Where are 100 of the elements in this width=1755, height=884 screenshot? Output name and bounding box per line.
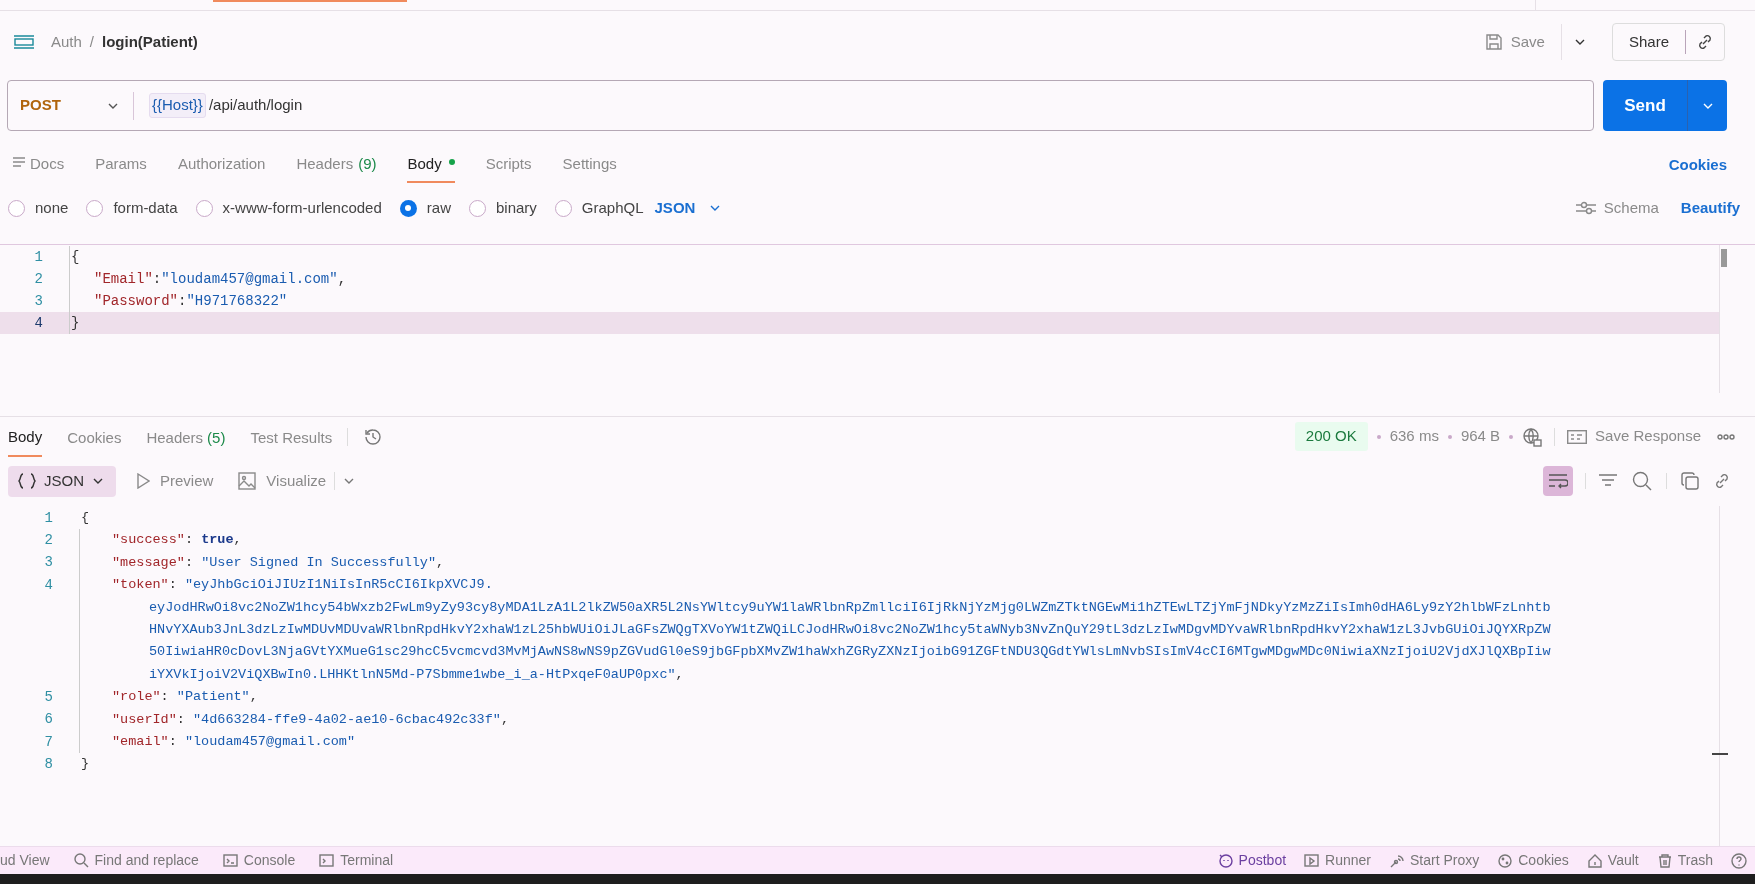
response-tab[interactable]: Cookies (67, 416, 122, 457)
status-bar-item[interactable]: ud View (0, 850, 50, 871)
status-bar-item[interactable]: Vault (1586, 850, 1639, 871)
line-number: 3 (33, 291, 43, 311)
help-icon (1731, 852, 1747, 869)
search-icon (73, 852, 90, 869)
braces-icon (18, 473, 36, 489)
line-number: 2 (43, 531, 53, 551)
status-bar-item[interactable]: Find and replace (73, 850, 199, 871)
more-button[interactable] (1717, 433, 1735, 440)
lines-icon (13, 156, 25, 168)
wrap-icon (1548, 473, 1568, 489)
format-dropdown[interactable]: JSON (654, 196, 722, 220)
copy-button[interactable] (1681, 472, 1699, 490)
beautify-button[interactable]: Beautify (1680, 196, 1740, 220)
request-tab[interactable]: Docs (13, 153, 65, 183)
request-tab[interactable]: Params (95, 153, 147, 183)
search-icon (1632, 471, 1652, 491)
image-icon (238, 472, 257, 490)
line-number: 1 (33, 247, 43, 267)
scrollbar-thumb[interactable] (1712, 753, 1728, 755)
save-button[interactable]: Save (1480, 24, 1549, 60)
status-bar-item[interactable]: Cookies (1497, 850, 1569, 871)
status-bar-item[interactable]: Console (222, 850, 296, 871)
status-bar-item[interactable]: Runner (1304, 850, 1371, 871)
code-line: iYXVkIjoiV2ViQXBwIn0.LHHKtlnN5Md-P7Sbmme1wbe_i_a-HtPxqeF0aUP0pxc", (79, 663, 684, 687)
request-tab[interactable]: Scripts (485, 153, 532, 183)
code-line: "success": true, (79, 529, 242, 552)
radio-option[interactable]: GraphQL (554, 196, 644, 220)
radio-button[interactable] (399, 199, 417, 217)
radio-option[interactable]: x-www-form-urlencoded (195, 196, 382, 220)
url-field[interactable]: {{Host}} /api/auth/login (134, 81, 1593, 130)
response-format-dropdown[interactable]: JSON (8, 465, 116, 497)
sliders-icon (1575, 201, 1596, 215)
response-tab[interactable]: Body (8, 416, 43, 457)
request-tab[interactable]: Body (407, 153, 455, 183)
request-tab[interactable]: Headers (9) (296, 153, 377, 183)
visualize-button[interactable]: Visualize (238, 469, 327, 493)
line-number: 1 (43, 508, 53, 528)
copy-icon (1681, 472, 1699, 490)
code-line: "role": "Patient", (79, 686, 258, 709)
status-bar-item[interactable]: Trash (1656, 850, 1713, 871)
code-line: HNvYXAub3JnL3dzLzIwMDUvMDUvaWRlbnRpdHkvY2xhaW1zL25hbWUiOiJLaGFsZWQgTXVoYW1tZWQiLCJodHRwOi8vc2NoZW1hcy5taWNyb3NvZnQuY29tL3dzLzIwMDgvMDYvaWRlbnRpdHkvY2xhaW1zL3JvbGUiOiJQYXRpZW (79, 618, 1551, 642)
status-bar-item[interactable]: Start Proxy (1389, 850, 1480, 871)
help-button[interactable] (1731, 852, 1747, 869)
globe-lock-icon (1522, 426, 1543, 447)
radio-option[interactable]: binary (468, 196, 537, 220)
line-number: 5 (43, 687, 53, 707)
response-size: 964 B (1460, 426, 1501, 447)
response-tab[interactable]: Test Results (250, 416, 333, 457)
console-icon (222, 852, 239, 869)
request-tab[interactable]: Authorization (177, 153, 266, 183)
filter-icon (1598, 473, 1618, 489)
status-badge: 200 OK (1294, 422, 1368, 451)
radio-button[interactable] (468, 199, 486, 217)
preview-button[interactable]: Preview (136, 469, 214, 493)
code-line: eyJodHRwOi8vc2NoZW1hcy54bWxzb2FwLm9yZy93cy8yMDA1LzA1L2lkZW50aXR5L2NsYWltcy9uYW1laWRlbnRpZmllciI6IjRkNjYzMjg0LWZmZTktNGEwMi1hZTEwLTZjYmFjNDkyYzMzZiIsImh0dHA6Ly9zY2hlbWFzLnhtb (79, 596, 1551, 619)
request-tab[interactable]: Settings (562, 153, 617, 183)
cookies-link[interactable]: Cookies (1668, 153, 1727, 177)
radio-button[interactable] (195, 199, 213, 217)
radio-option[interactable]: none (8, 196, 69, 220)
search-button[interactable] (1632, 471, 1652, 491)
example-icon (1567, 429, 1588, 444)
radio-button[interactable] (554, 199, 572, 217)
scrollbar-thumb[interactable] (1721, 249, 1727, 267)
history-button[interactable] (363, 426, 384, 447)
line-number: 7 (43, 732, 53, 752)
code-line: { (69, 246, 80, 268)
code-editor[interactable]: 1 { 2 "Email":"loudam457@gmail.com", 3 "Password":"H971768322" 4 } (0, 244, 1755, 416)
code-line: "Email":"loudam457@gmail.com", (69, 268, 347, 290)
line-number: 4 (43, 575, 53, 595)
radio-option[interactable]: raw (399, 196, 451, 220)
radio-button[interactable] (8, 199, 25, 217)
schema-button[interactable]: Schema (1575, 196, 1659, 220)
link-icon (1713, 472, 1731, 490)
share-button[interactable]: Share (1612, 24, 1685, 60)
save-response-button[interactable]: Save Response (1567, 425, 1701, 448)
radio-button[interactable] (86, 199, 104, 217)
more-icon (1717, 433, 1735, 440)
history-icon (363, 426, 384, 447)
method-dropdown[interactable]: POST (8, 81, 133, 130)
code-line: "email": "loudam457@gmail.com" (79, 730, 356, 754)
code-line: { (80, 509, 90, 528)
status-bar-item[interactable]: Postbot (1217, 850, 1287, 871)
code-line: } (80, 755, 90, 774)
play-icon (1304, 852, 1321, 869)
send-button[interactable]: Send (1603, 80, 1687, 131)
line-number: 6 (43, 710, 53, 730)
link-button[interactable] (1713, 472, 1731, 490)
breadcrumb-separator: / (89, 31, 95, 52)
line-number: 2 (33, 269, 43, 289)
breadcrumb-link[interactable]: Auth (51, 30, 82, 54)
code-line: "userId": "4d663284-ffe9-4a02-ae10-6cbac492c33f", (79, 708, 509, 731)
variable-tag: {{Host}} (149, 93, 206, 118)
filter-button[interactable] (1598, 473, 1618, 489)
wrap-lines-button[interactable] (1543, 466, 1573, 496)
radio-option[interactable]: form-data (86, 196, 178, 220)
response-tab[interactable]: Headers (5) (146, 416, 226, 457)
status-bar-item[interactable]: Terminal (319, 850, 394, 871)
url-path: /api/auth/login (208, 95, 303, 116)
